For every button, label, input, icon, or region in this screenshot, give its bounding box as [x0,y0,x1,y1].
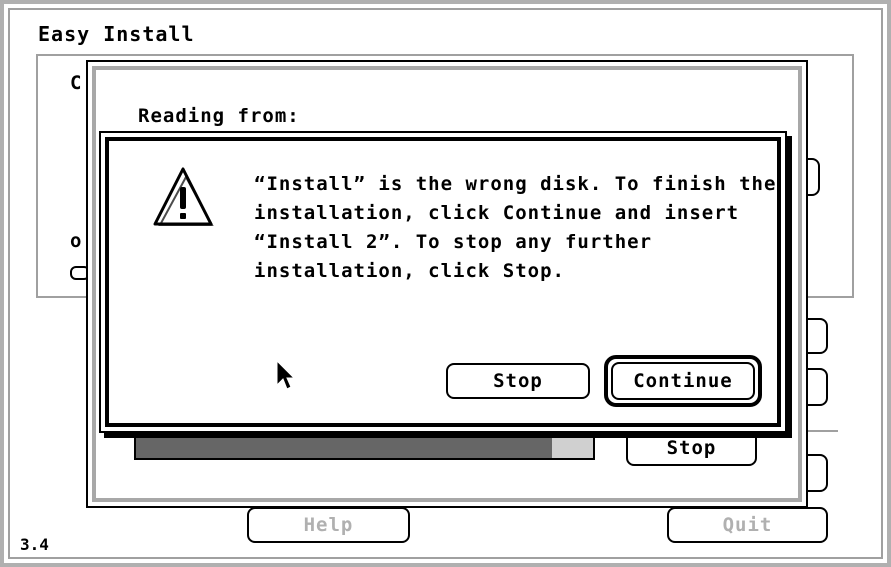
window-title: Easy Install [38,22,195,46]
quit-button[interactable]: Quit [667,507,828,543]
partial-label-c: C [70,72,83,94]
alert-message-line: installation, click Continue and insert [254,202,740,224]
version-label: 3.4 [20,535,49,554]
alert-message-line: “Install 2”. To stop any further [254,231,653,253]
reading-from-label: Reading from: [138,105,300,127]
progress-fill [136,436,552,458]
mouse-cursor-icon [276,359,296,392]
caution-icon [152,166,214,228]
divider [808,430,838,432]
continue-button[interactable]: Continue [611,362,755,400]
alert-stop-button[interactable]: Stop [446,363,590,399]
alert-message-line: “Install” is the wrong disk. To finish t… [254,173,777,195]
alert-message: “Install” is the wrong disk. To finish t… [254,170,776,286]
alert-message-line: installation, click Stop. [254,260,565,282]
partial-label-o: o [70,230,83,252]
help-button[interactable]: Help [247,507,410,543]
